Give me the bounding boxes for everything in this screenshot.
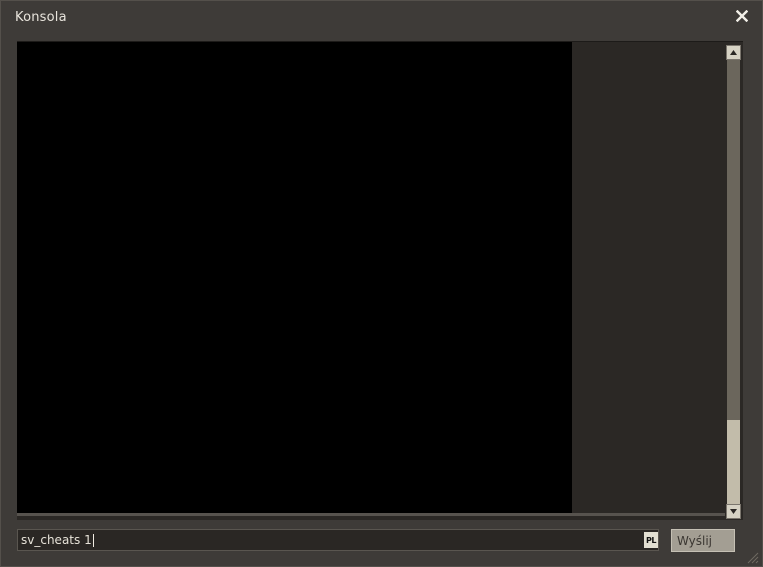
command-input[interactable] bbox=[19, 530, 645, 550]
console-window: Konsola PL Wyśl bbox=[0, 0, 763, 567]
log-divider bbox=[17, 513, 725, 516]
language-indicator[interactable]: PL bbox=[644, 532, 658, 548]
scroll-thumb[interactable] bbox=[727, 420, 740, 504]
window-title: Konsola bbox=[15, 10, 67, 25]
console-output bbox=[17, 42, 572, 513]
command-input-row: PL bbox=[17, 529, 659, 551]
triangle-up-icon bbox=[730, 50, 737, 55]
close-button[interactable] bbox=[731, 5, 753, 27]
scroll-up-button[interactable] bbox=[726, 45, 741, 60]
send-button[interactable]: Wyślij bbox=[671, 529, 735, 552]
scroll-down-button[interactable] bbox=[726, 504, 741, 519]
triangle-down-icon bbox=[730, 509, 737, 514]
log-scrollbar[interactable] bbox=[725, 44, 742, 520]
scroll-track[interactable] bbox=[727, 60, 740, 504]
text-caret bbox=[92, 534, 94, 547]
console-log-panel bbox=[17, 41, 743, 520]
resize-grip-icon[interactable] bbox=[745, 550, 759, 564]
close-icon bbox=[736, 10, 748, 22]
